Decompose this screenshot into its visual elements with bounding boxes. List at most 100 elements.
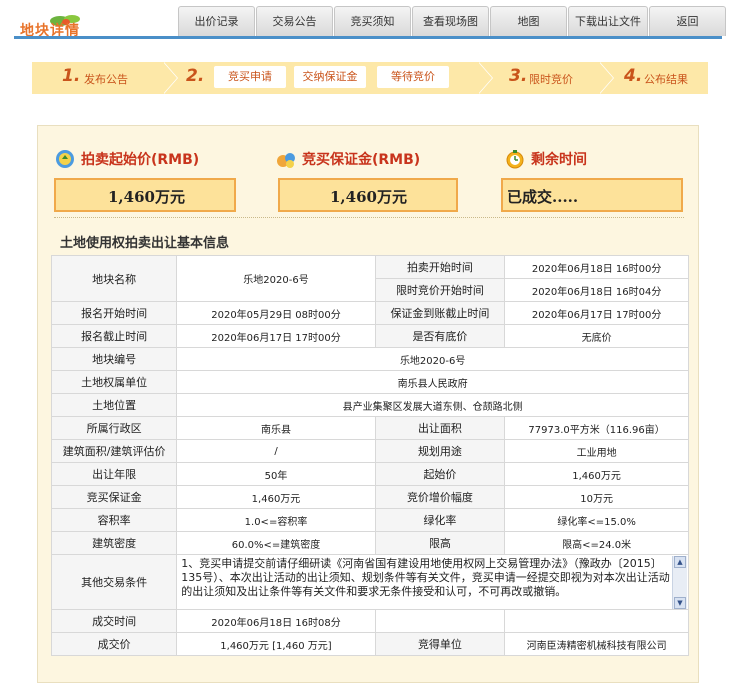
empty-cell xyxy=(374,609,506,633)
money-bag-icon xyxy=(277,153,295,168)
scroll-down-icon[interactable]: ▼ xyxy=(674,597,686,609)
auction-start-value: 2020年06月18日 16时00分 xyxy=(504,255,689,279)
table-row: 容积率 1.0<=容积率 绿化率 绿化率<=15.0% xyxy=(50,508,689,532)
tab-map[interactable]: 地图 xyxy=(490,6,567,36)
step-3-label: 限时竞价 xyxy=(529,73,573,86)
tab-site-photos[interactable]: 查看现场图 xyxy=(412,6,489,36)
step-2-wait-bidding[interactable]: 等待竞价 xyxy=(377,66,449,88)
top-tabs: 出价记录 交易公告 竞买须知 查看现场图 地图 下载出让文件 返回 xyxy=(178,6,727,36)
step-2-number: 2. xyxy=(186,66,205,86)
height-value: 限高<=24.0米 xyxy=(504,531,689,555)
timed-start-value: 2020年06月18日 16时04分 xyxy=(504,278,689,302)
owner-label: 土地权属单位 xyxy=(50,370,178,394)
term-value: 50年 xyxy=(176,462,376,486)
info-table: 地块名称 乐地2020-6号 拍卖开始时间 2020年06月18日 16时00分… xyxy=(50,255,689,656)
deposit-title-text: 竞买保证金(RMB) xyxy=(302,152,421,168)
table-row: 建筑密度 60.0%<=建筑密度 限高 限高<=24.0米 xyxy=(50,531,689,555)
location-label: 土地位置 xyxy=(50,393,178,417)
start-price-label: 起始价 xyxy=(374,462,506,486)
table-row: 建筑面积/建筑评估价 / 规划用途 工业用地 xyxy=(50,439,689,463)
page-header: 地块详情 出价记录 交易公告 竞买须知 查看现场图 地图 下载出让文件 返回 xyxy=(0,0,740,42)
remaining-time-title-text: 剩余时间 xyxy=(531,152,587,168)
deposit-cell: 1,460万元 xyxy=(176,485,376,509)
building-value: / xyxy=(176,439,376,463)
green-value: 绿化率<=15.0% xyxy=(504,508,689,532)
table-row: 土地位置 县产业集聚区发展大道东侧、仓颉路北侧 xyxy=(50,393,689,417)
step-arrow xyxy=(599,62,613,94)
start-price-cell: 1,460万元 xyxy=(504,462,689,486)
section-title: 土地使用权拍卖出让基本信息 xyxy=(60,236,230,251)
step-arrow xyxy=(478,62,492,94)
step-4-label: 公布结果 xyxy=(644,73,688,86)
coin-icon xyxy=(56,150,74,168)
deal-price-label: 成交价 xyxy=(50,632,178,656)
remaining-time-title: 剩余时间 xyxy=(504,148,587,170)
table-row: 土地权属单位 南乐县人民政府 xyxy=(50,370,689,394)
table-row: 地块名称 乐地2020-6号 拍卖开始时间 2020年06月18日 16时00分 xyxy=(50,255,689,302)
start-price-title-text: 拍卖起始价(RMB) xyxy=(81,152,200,168)
density-value: 60.0%<=建筑密度 xyxy=(176,531,376,555)
owner-value: 南乐县人民政府 xyxy=(176,370,689,394)
other-conditions-text: 1、竞买申请提交前请仔细研读《河南省国有建设用地使用权网上交易管理办法》（豫政办… xyxy=(181,557,670,598)
tab-back[interactable]: 返回 xyxy=(649,6,726,36)
reserve-value: 无底价 xyxy=(504,324,689,348)
scroll-up-icon[interactable]: ▲ xyxy=(674,556,686,568)
tab-announcement[interactable]: 交易公告 xyxy=(256,6,333,36)
tab-bidding-notice[interactable]: 竞买须知 xyxy=(334,6,411,36)
parcel-name-label: 地块名称 xyxy=(50,255,178,302)
auction-panel: 拍卖起始价(RMB) 1,460万元 竞买保证金(RMB) 1,460万元 剩余… xyxy=(37,125,699,683)
parcel-name-value: 乐地2020-6号 xyxy=(176,255,376,302)
start-price-value: 1,460万元 xyxy=(54,178,236,212)
tab-download-files[interactable]: 下载出让文件 xyxy=(568,6,648,36)
deposit-label: 竞买保证金 xyxy=(50,485,178,509)
table-row: 其他交易条件 1、竞买申请提交前请仔细研读《河南省国有建设用地使用权网上交易管理… xyxy=(50,554,689,610)
deal-time-value: 2020年06月18日 16时08分 xyxy=(176,609,376,633)
auction-start-label: 拍卖开始时间 xyxy=(374,255,506,279)
clock-icon xyxy=(506,150,524,169)
district-label: 所属行政区 xyxy=(50,416,178,440)
step-1-label: 发布公告 xyxy=(84,73,128,86)
reg-end-value: 2020年06月17日 17时00分 xyxy=(176,324,376,348)
empty-cell xyxy=(504,609,689,633)
tab-bid-records[interactable]: 出价记录 xyxy=(178,6,255,36)
other-conditions-label: 其他交易条件 xyxy=(50,554,178,610)
usage-label: 规划用途 xyxy=(374,439,506,463)
density-label: 建筑密度 xyxy=(50,531,178,555)
progress-steps: 1. 发布公告 2. 竞买申请 交纳保证金 等待竞价 3. 限时竞价 4. 公布… xyxy=(32,62,708,94)
parcel-no-label: 地块编号 xyxy=(50,347,178,371)
other-conditions-box[interactable]: 1、竞买申请提交前请仔细研读《河南省国有建设用地使用权网上交易管理办法》（豫政办… xyxy=(176,554,689,610)
reg-end-label: 报名截止时间 xyxy=(50,324,178,348)
step-1-number: 1. xyxy=(62,66,81,86)
area-label: 出让面积 xyxy=(374,416,506,440)
table-row: 出让年限 50年 起始价 1,460万元 xyxy=(50,462,689,486)
table-row: 竞买保证金 1,460万元 竞价增价幅度 10万元 xyxy=(50,485,689,509)
height-label: 限高 xyxy=(374,531,506,555)
winner-value: 河南臣涛精密机械科技有限公司 xyxy=(504,632,689,656)
table-row: 报名开始时间 2020年05月29日 08时00分 保证金到账截止时间 2020… xyxy=(50,301,689,325)
increment-label: 竞价增价幅度 xyxy=(374,485,506,509)
timed-start-label: 限时竞价开始时间 xyxy=(374,278,506,302)
start-price-title: 拍卖起始价(RMB) xyxy=(54,148,199,170)
table-row: 成交时间 2020年06月18日 16时08分 xyxy=(50,609,689,633)
reg-start-value: 2020年05月29日 08时00分 xyxy=(176,301,376,325)
step-2-apply[interactable]: 竞买申请 xyxy=(214,66,286,88)
district-value: 南乐县 xyxy=(176,416,376,440)
green-label: 绿化率 xyxy=(374,508,506,532)
area-value: 77973.0平方米（116.96亩） xyxy=(504,416,689,440)
step-2-pay-deposit[interactable]: 交纳保证金 xyxy=(294,66,366,88)
scrollbar[interactable]: ▲ ▼ xyxy=(672,556,687,609)
winner-label: 竞得单位 xyxy=(374,632,506,656)
deal-time-label: 成交时间 xyxy=(50,609,178,633)
usage-value: 工业用地 xyxy=(504,439,689,463)
table-row: 报名截止时间 2020年06月17日 17时00分 是否有底价 无底价 xyxy=(50,324,689,348)
reserve-label: 是否有底价 xyxy=(374,324,506,348)
deal-price-value: 1,460万元 [1,460 万元] xyxy=(176,632,376,656)
step-arrow xyxy=(163,62,177,94)
step-3-number: 3. xyxy=(509,66,528,86)
increment-value: 10万元 xyxy=(504,485,689,509)
step-4-number: 4. xyxy=(624,66,643,86)
table-row: 地块编号 乐地2020-6号 xyxy=(50,347,689,371)
parcel-no-value: 乐地2020-6号 xyxy=(176,347,689,371)
far-label: 容积率 xyxy=(50,508,178,532)
remaining-time-value: 已成交..... xyxy=(501,178,683,212)
